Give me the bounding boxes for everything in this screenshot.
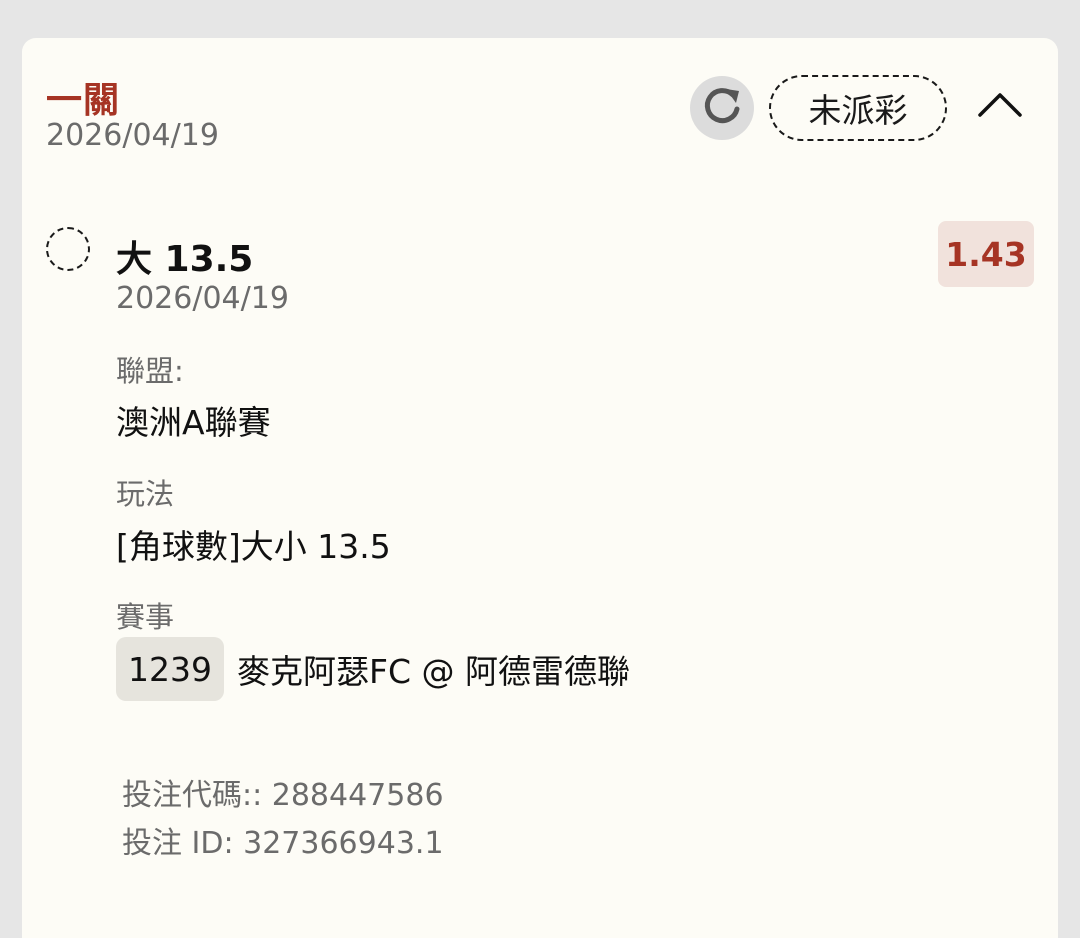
league-label: 聯盟: [116,354,184,388]
top-background [0,0,1080,38]
status-badge: 未派彩 [769,75,947,141]
league-value: 澳洲A聯賽 [116,403,271,442]
bet-type-title: 一關 [46,80,121,121]
market-label: 玩法 [116,477,175,511]
ticket-date: 2026/04/19 [46,118,219,153]
match-label: 賽事 [116,600,175,634]
bet-code: 投注代碼:: 288447586 [122,778,444,813]
match-row: 1239 麥克阿瑟FC @ 阿德雷德聯 [116,637,630,701]
bet-card: 一關 2026/04/19 未派彩 大 13.5 2026/04/19 1.43… [22,38,1058,938]
selection-title: 大 13.5 [116,239,254,280]
match-teams: 麥克阿瑟FC @ 阿德雷德聯 [237,652,631,691]
dashed-circle-icon [46,227,90,271]
refresh-icon [699,83,745,133]
leg-date: 2026/04/19 [116,281,289,316]
market-value: [角球數]大小 13.5 [116,527,391,566]
chevron-up-icon [977,89,1023,123]
refresh-button[interactable] [690,76,754,140]
odds-badge: 1.43 [938,221,1034,287]
bet-id: 投注 ID: 327366943.1 [122,826,444,861]
match-code-badge: 1239 [116,637,224,701]
collapse-button[interactable] [972,84,1028,128]
